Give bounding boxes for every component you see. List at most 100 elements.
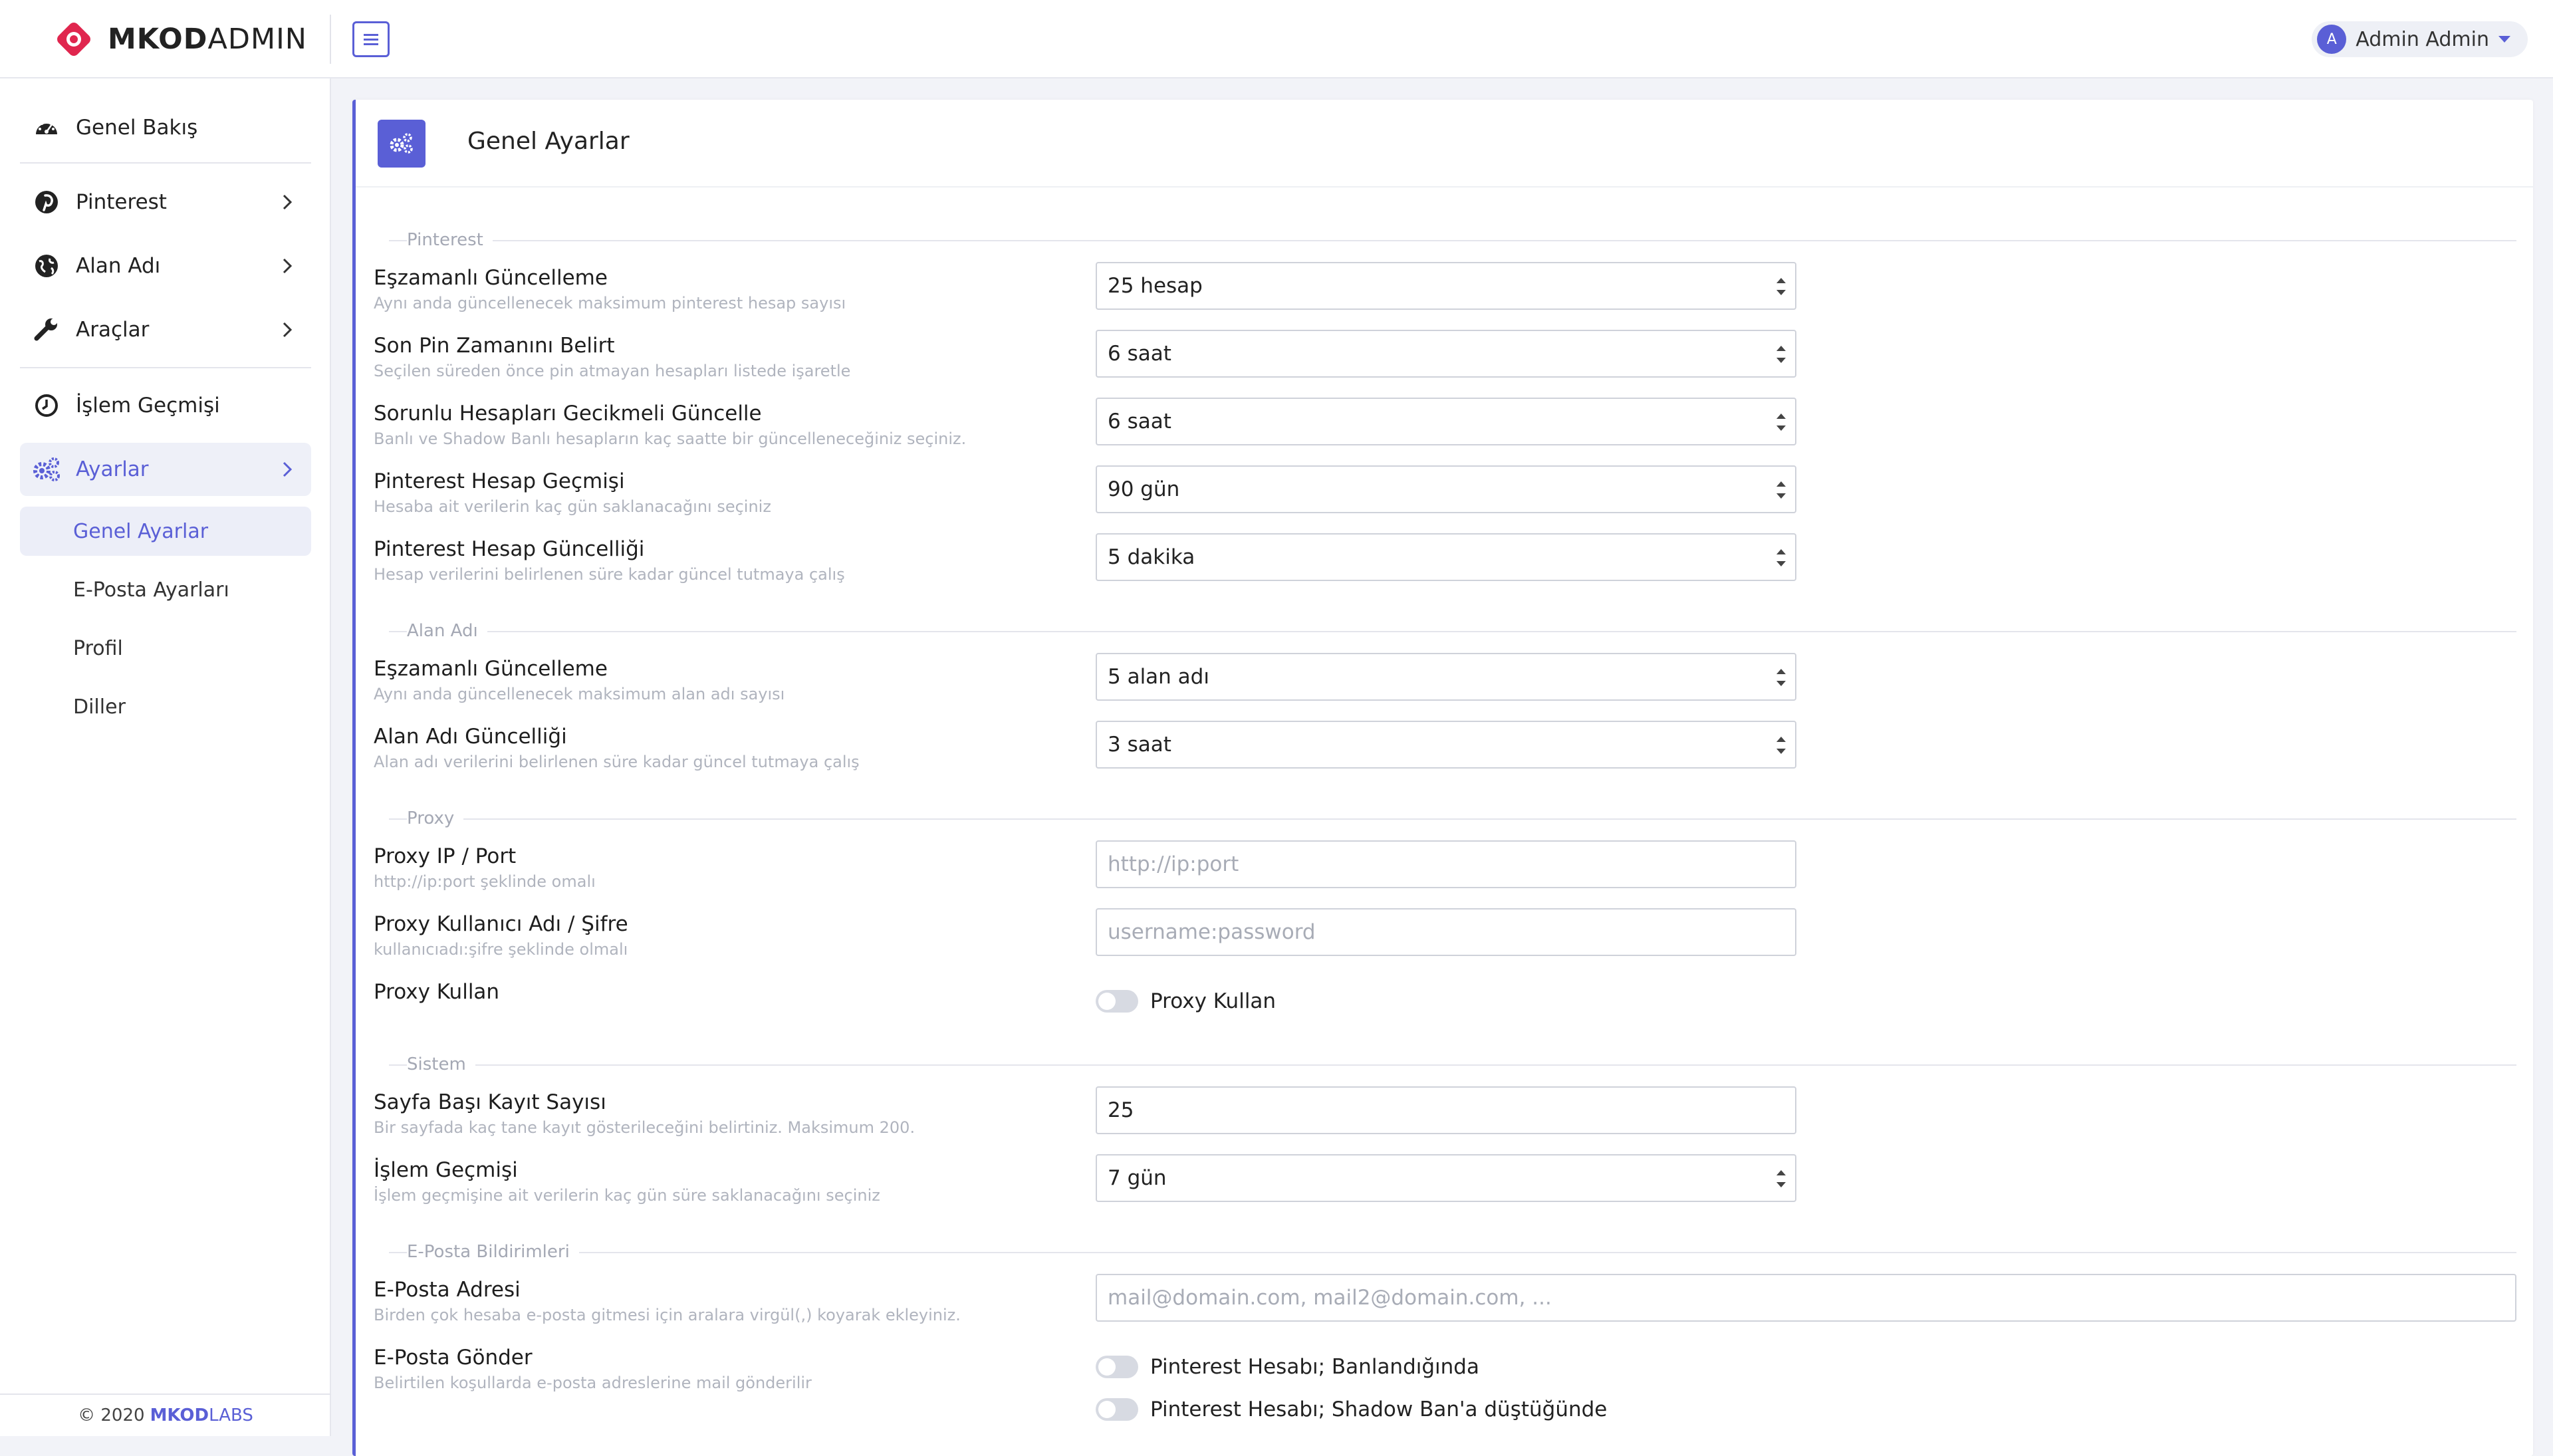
brand-name: MKODADMIN <box>108 23 307 56</box>
pin-history-select[interactable]: 90 gün <box>1096 465 1796 513</box>
select-arrows-icon <box>1776 346 1786 364</box>
setting-label: Proxy Kullan <box>374 980 500 1004</box>
sidebar-item-label: Genel Bakış <box>76 116 198 140</box>
section-sistem: Sistem <box>389 1054 2516 1074</box>
logo-icon <box>52 17 96 61</box>
pin-last-select[interactable]: 6 saat <box>1096 330 1796 378</box>
email-banned-toggle[interactable]: Pinterest Hesabı; Banlandığında <box>1096 1352 1479 1382</box>
sidebar-item-label: Ayarlar <box>76 457 149 481</box>
setting-proxy-use: Proxy Kullan <box>374 980 2501 1033</box>
toggle-label: Pinterest Hesabı; Banlandığında <box>1150 1355 1479 1379</box>
chevron-right-icon <box>274 316 301 343</box>
sidebar-item-label: Pinterest <box>76 190 167 214</box>
setting-description: http://ip:port şeklinde omalı <box>374 872 596 891</box>
dashboard-icon <box>32 113 61 142</box>
email-address-input[interactable]: mail@domain.com, mail2@domain.com, ... <box>1096 1274 2516 1322</box>
pin-concurrent-select[interactable]: 25 hesap <box>1096 262 1796 310</box>
card-header: Genel Ayarlar <box>356 100 2533 187</box>
log-history-select[interactable]: 7 gün <box>1096 1154 1796 1202</box>
cogs-icon <box>378 120 426 168</box>
page-size-input[interactable]: 25 <box>1096 1086 1796 1134</box>
sidebar-subitem-e-posta-ayarlari[interactable]: E-Posta Ayarları <box>20 565 311 614</box>
sidebar-item-genel-bakis[interactable]: Genel Bakış <box>20 101 311 154</box>
sidebar-footer: © 2020 MKODLABS <box>0 1394 331 1436</box>
sidebar-item-islem-gecmisi[interactable]: İşlem Geçmişi <box>20 379 311 432</box>
header-divider <box>330 15 331 64</box>
pin-problem-select[interactable]: 6 saat <box>1096 398 1796 445</box>
setting-description: kullanıcıadı:şifre şeklinde olmalı <box>374 940 628 959</box>
proxy-use-toggle[interactable]: Proxy Kullan <box>1096 987 1276 1016</box>
sidebar-subitem-profil[interactable]: Profil <box>20 624 311 673</box>
sidebar-item-araclar[interactable]: Araçlar <box>20 303 311 356</box>
setting-description: Aynı anda güncellenecek maksimum alan ad… <box>374 685 785 703</box>
setting-label: Alan Adı Güncelliği <box>374 725 567 749</box>
toggle-switch[interactable] <box>1096 1398 1138 1421</box>
setting-label: Pinterest Hesap Geçmişi <box>374 469 625 493</box>
setting-label: Sayfa Başı Kayıt Sayısı <box>374 1090 606 1114</box>
proxy-auth-input[interactable]: username:password <box>1096 908 1796 956</box>
wrench-icon <box>32 315 61 344</box>
caret-down-icon <box>2498 36 2510 43</box>
toggle-label: Pinterest Hesabı; Shadow Ban'a düştüğünd… <box>1150 1397 1608 1421</box>
user-name: Admin Admin <box>2356 27 2489 51</box>
section-proxy: Proxy <box>389 808 2516 828</box>
setting-label: Sorunlu Hesapları Gecikmeli Güncelle <box>374 402 762 425</box>
setting-label: Eşzamanlı Güncelleme <box>374 266 608 290</box>
chevron-right-icon <box>274 253 301 279</box>
setting-label: Son Pin Zamanını Belirt <box>374 334 615 358</box>
select-arrows-icon <box>1776 737 1786 755</box>
section-e-posta: E-Posta Bildirimleri <box>389 1242 2516 1262</box>
settings-card: Genel Ayarlar Pinterest Eşzamanlı Güncel… <box>352 100 2533 1456</box>
setting-description: Banlı ve Shadow Banlı hesapların kaç saa… <box>374 429 967 448</box>
menu-toggle-button[interactable] <box>352 21 390 57</box>
clock-icon <box>32 391 61 420</box>
section-title: Alan Adı <box>407 621 487 641</box>
sidebar: Genel Bakış Pinterest Alan Adı Araçlar İ… <box>0 78 331 1436</box>
setting-description: Hesap verilerini belirlenen süre kadar g… <box>374 565 845 584</box>
sidebar-item-ayarlar[interactable]: Ayarlar <box>20 443 311 496</box>
top-bar: MKODADMIN A Admin Admin <box>0 0 2553 78</box>
setting-label: E-Posta Adresi <box>374 1278 521 1302</box>
cogs-icon <box>32 455 61 484</box>
user-menu[interactable]: A Admin Admin <box>2312 21 2528 57</box>
sidebar-item-pinterest[interactable]: Pinterest <box>20 176 311 229</box>
setting-label: İşlem Geçmişi <box>374 1158 518 1182</box>
setting-label: Eşzamanlı Güncelleme <box>374 657 608 681</box>
dom-freshness-select[interactable]: 3 saat <box>1096 721 1796 769</box>
sidebar-item-label: Alan Adı <box>76 254 161 278</box>
setting-label: Pinterest Hesap Güncelliği <box>374 537 645 561</box>
sidebar-item-alan-adi[interactable]: Alan Adı <box>20 239 311 293</box>
setting-description: Seçilen süreden önce pin atmayan hesapla… <box>374 362 851 380</box>
section-title: Pinterest <box>407 230 493 250</box>
toggle-switch[interactable] <box>1096 1356 1138 1378</box>
setting-description: Aynı anda güncellenecek maksimum pintere… <box>374 294 846 312</box>
select-arrows-icon <box>1776 414 1786 432</box>
select-arrows-icon <box>1776 1170 1786 1189</box>
setting-description: Bir sayfada kaç tane kayıt gösterileceği… <box>374 1118 915 1137</box>
section-pinterest: Pinterest <box>389 230 2516 250</box>
section-title: Proxy <box>407 808 464 828</box>
toggle-label: Proxy Kullan <box>1150 989 1276 1013</box>
copyright-text: © 2020 <box>78 1405 145 1425</box>
setting-description: Alan adı verilerini belirlenen süre kada… <box>374 753 860 771</box>
chevron-right-icon <box>274 456 301 483</box>
setting-label: Proxy Kullanıcı Adı / Şifre <box>374 912 628 936</box>
sidebar-subitem-genel-ayarlar[interactable]: Genel Ayarlar <box>20 507 311 556</box>
setting-description: Birden çok hesaba e-posta gitmesi için a… <box>374 1306 961 1324</box>
section-title: E-Posta Bildirimleri <box>407 1242 579 1262</box>
avatar: A <box>2317 25 2347 54</box>
pin-freshness-select[interactable]: 5 dakika <box>1096 533 1796 581</box>
hamburger-icon <box>364 34 378 45</box>
toggle-switch[interactable] <box>1096 990 1138 1013</box>
brand-logo[interactable]: MKODADMIN <box>52 17 307 61</box>
divider <box>20 162 311 164</box>
dom-concurrent-select[interactable]: 5 alan adı <box>1096 653 1796 701</box>
select-arrows-icon <box>1776 481 1786 500</box>
setting-description: Hesaba ait verilerin kaç gün saklanacağı… <box>374 497 771 516</box>
setting-description: İşlem geçmişine ait verilerin kaç gün sü… <box>374 1186 880 1205</box>
footer-brand-link[interactable]: MKODLABS <box>150 1405 253 1425</box>
email-shadowban-toggle[interactable]: Pinterest Hesabı; Shadow Ban'a düştüğünd… <box>1096 1395 1607 1424</box>
proxy-ip-input[interactable]: http://ip:port <box>1096 840 1796 888</box>
sidebar-subitem-diller[interactable]: Diller <box>20 682 311 731</box>
setting-description: Belirtilen koşullarda e-posta adreslerin… <box>374 1374 812 1392</box>
